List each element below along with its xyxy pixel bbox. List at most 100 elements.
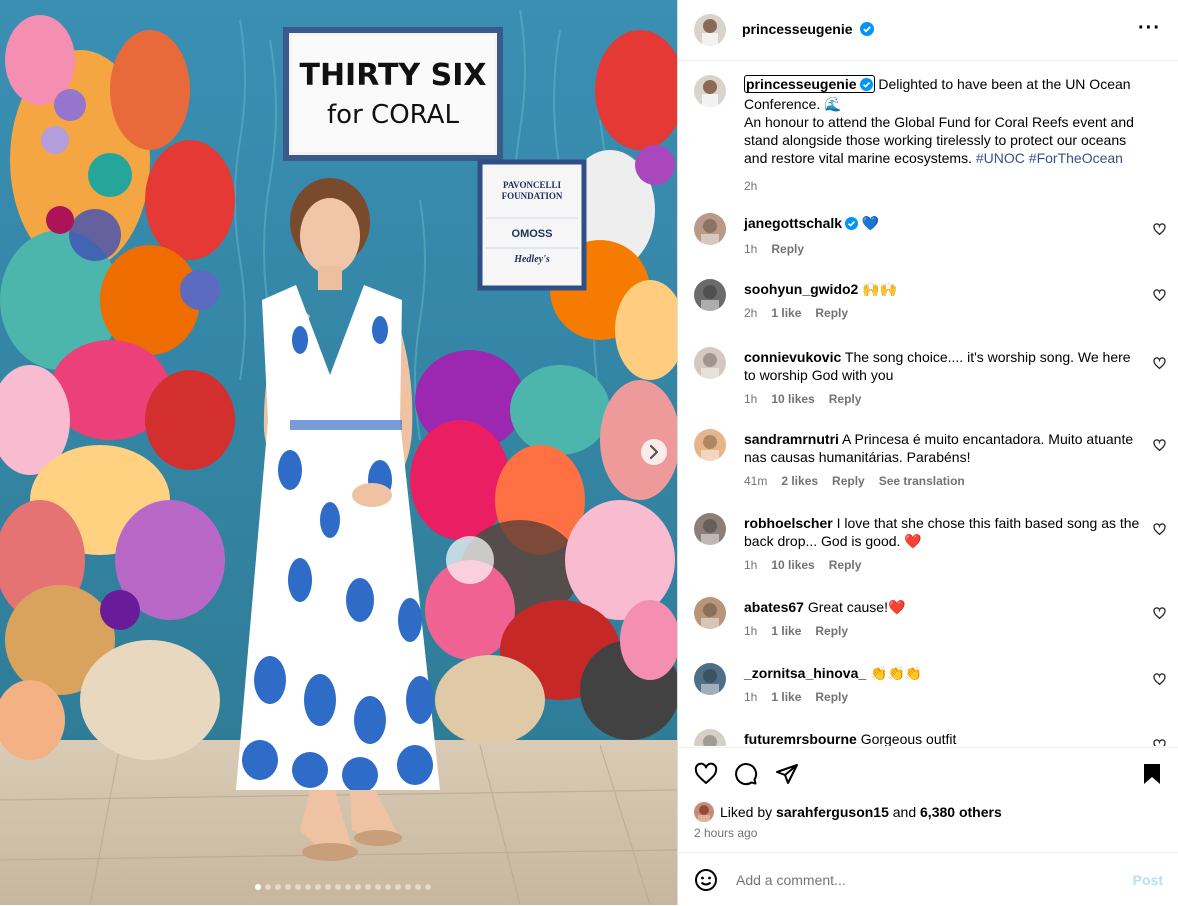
post-photo[interactable]: THIRTY SIX for CORAL PAVONCELLI FOUNDATI… (0, 0, 677, 905)
comment-like-heart-icon[interactable] (1153, 439, 1166, 452)
sign-thirty-six (283, 27, 503, 161)
comment-text: Great cause!❤️ (807, 599, 906, 615)
reply-button[interactable]: Reply (829, 392, 862, 406)
caption-username-text[interactable]: princesseugenie (746, 76, 857, 92)
carousel-dot (415, 884, 421, 890)
post-side-panel: princesseugenie ··· princesseugenie Deli… (677, 0, 1178, 905)
comment-meta: 1h Reply (744, 240, 1144, 258)
more-options-icon[interactable]: ··· (1138, 18, 1161, 38)
carousel-dot (265, 884, 271, 890)
caption-username[interactable]: princesseugenie (744, 75, 875, 93)
comment-item: connievukovic The song choice.... it's w… (744, 348, 1144, 408)
comment-time: 41m (744, 474, 768, 488)
commenter-avatar[interactable] (694, 429, 726, 461)
reply-button[interactable]: Reply (815, 690, 848, 704)
carousel-dot (325, 884, 331, 890)
caption-time: 2h (744, 179, 758, 193)
sign-line-2: for CORAL (327, 100, 459, 130)
comment-like-heart-icon[interactable] (1153, 673, 1166, 686)
comment-like-heart-icon[interactable] (1153, 607, 1166, 620)
carousel-dot (275, 884, 281, 890)
comment-likes[interactable]: 1 like (771, 306, 801, 320)
liker-avatar[interactable] (694, 802, 714, 822)
reply-button[interactable]: Reply (771, 242, 804, 256)
comment-text: 💙 (861, 215, 880, 231)
verified-badge-icon (845, 216, 859, 234)
reply-button[interactable]: Reply (815, 624, 848, 638)
comment-like-heart-icon[interactable] (1153, 739, 1166, 746)
reply-button[interactable]: Reply (829, 558, 862, 572)
reply-button[interactable]: Reply (832, 474, 865, 488)
comment-username[interactable]: futuremrsbourne (744, 731, 857, 746)
comment-like-heart-icon[interactable] (1153, 357, 1166, 370)
carousel-dot (305, 884, 311, 890)
comments-scroll[interactable]: princesseugenie Delighted to have been a… (678, 61, 1178, 746)
liked-by-user[interactable]: sarahferguson15 (776, 804, 889, 820)
comment-likes[interactable]: 1 like (771, 690, 801, 704)
see-translation-button[interactable]: See translation (879, 474, 965, 488)
liked-by-prefix: Liked by (720, 804, 773, 820)
hashtag-fortheocean[interactable]: #ForTheOcean (1029, 150, 1123, 166)
author-username[interactable]: princesseugenie (742, 21, 853, 37)
comment-time: 2h (744, 306, 758, 320)
carousel-dot (335, 884, 341, 890)
comment-likes[interactable]: 10 likes (771, 392, 814, 406)
comment-username[interactable]: robhoelscher (744, 515, 833, 531)
reply-button[interactable]: Reply (815, 306, 848, 320)
verified-badge-icon (859, 22, 874, 41)
comment-likes[interactable]: 1 like (771, 624, 801, 638)
carousel-dot (375, 884, 381, 890)
comment-likes[interactable]: 10 likes (771, 558, 814, 572)
comment-item: janegottschalk 💙 1h Reply (744, 214, 1144, 258)
commenter-avatar[interactable] (694, 663, 726, 695)
comment-item: robhoelscher I love that she chose this … (744, 514, 1144, 574)
comment-likes[interactable]: 2 likes (781, 474, 818, 488)
comment-like-heart-icon[interactable] (1153, 223, 1166, 236)
caption-avatar[interactable] (694, 75, 726, 107)
commenter-avatar[interactable] (694, 597, 726, 629)
post-caption: princesseugenie Delighted to have been a… (744, 75, 1144, 195)
comment-text: 🙌🙌 (862, 281, 898, 297)
commenter-avatar[interactable] (694, 213, 726, 245)
commenter-avatar[interactable] (694, 279, 726, 311)
comment-like-heart-icon[interactable] (1153, 523, 1166, 536)
sponsor-2: OMOSS (511, 228, 553, 240)
chevron-right-icon (649, 445, 659, 459)
comment-time: 1h (744, 392, 758, 406)
liked-by-and: and (892, 804, 917, 820)
carousel-next-button[interactable] (641, 439, 667, 465)
like-heart-icon[interactable] (694, 762, 718, 791)
save-bookmark-icon[interactable] (1141, 762, 1163, 791)
comment-username[interactable]: _zornitsa_hinova_ (744, 665, 866, 681)
commenter-avatar[interactable] (694, 513, 726, 545)
carousel-dot (395, 884, 401, 890)
emoji-smiley-icon[interactable] (694, 868, 718, 897)
wave-emoji: 🌊 (824, 96, 842, 112)
carousel-dot (255, 884, 261, 890)
comment-meta: 2h 1 like Reply (744, 304, 1144, 322)
likes-others-count[interactable]: 6,380 others (920, 804, 1002, 820)
comment-input[interactable] (734, 871, 1118, 889)
author-avatar[interactable] (694, 14, 726, 46)
commenter-avatar[interactable] (694, 729, 726, 746)
comment-username[interactable]: abates67 (744, 599, 804, 615)
comment-username[interactable]: janegottschalk (744, 215, 842, 231)
carousel-dot (365, 884, 371, 890)
post-comment-button[interactable]: Post (1133, 872, 1163, 888)
comment-username[interactable]: soohyun_gwido2 (744, 281, 858, 297)
comment-item: futuremrsbourne Gorgeous outfit (744, 730, 1144, 746)
comment-username[interactable]: connievukovic (744, 349, 841, 365)
comment-bubble-icon[interactable] (734, 762, 758, 791)
hashtag-unoc[interactable]: #UNOC (976, 150, 1025, 166)
comment-like-heart-icon[interactable] (1153, 289, 1166, 302)
share-paper-plane-icon[interactable] (775, 762, 799, 791)
action-bar: Liked by sarahferguson15 and 6,380 other… (678, 747, 1178, 848)
comment-username[interactable]: sandramrnutri (744, 431, 839, 447)
comment-time: 1h (744, 624, 758, 638)
comment-item: soohyun_gwido2 🙌🙌 2h 1 like Reply (744, 280, 1144, 322)
comment-time: 1h (744, 558, 758, 572)
comment-meta: 41m 2 likes Reply See translation (744, 472, 1144, 490)
comment-text: 👏👏👏 (870, 665, 923, 681)
commenter-avatar[interactable] (694, 347, 726, 379)
comment-meta: 1h 10 likes Reply (744, 556, 1144, 574)
